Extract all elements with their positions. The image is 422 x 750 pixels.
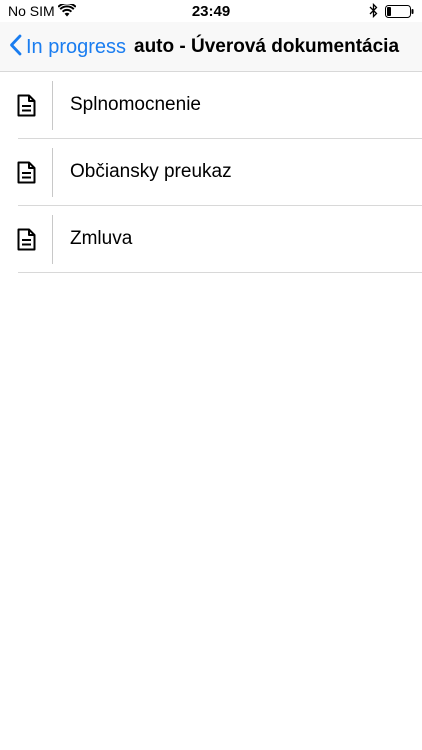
clock: 23:49 [191,3,231,20]
row-divider [18,272,422,273]
navigation-bar: In progress auto - Úverová dokumentácia [0,22,422,72]
document-list: Splnomocnenie Občiansky preukaz Zmluva [0,72,422,273]
document-label: Zmluva [70,228,133,249]
back-button-label: In progress [26,36,127,58]
document-row-obciansky-preukaz[interactable]: Občiansky preukaz [0,139,422,206]
bluetooth-icon [369,2,378,23]
document-label: Občiansky preukaz [70,161,232,182]
document-icon [16,161,37,184]
document-row-zmluva[interactable]: Zmluva [0,206,422,273]
row-separator [52,148,53,197]
chevron-left-icon [9,34,22,61]
status-bar: No SIM 23:49 [0,0,422,22]
battery-icon [385,5,415,23]
document-icon [16,94,37,117]
document-label: Splnomocnenie [70,94,201,115]
row-separator [52,81,53,130]
row-separator [52,215,53,264]
page-title: auto - Úverová dokumentácia [134,36,400,57]
document-row-splnomocnenie[interactable]: Splnomocnenie [0,72,422,139]
back-button[interactable]: In progress [9,34,126,61]
document-icon [16,228,37,251]
